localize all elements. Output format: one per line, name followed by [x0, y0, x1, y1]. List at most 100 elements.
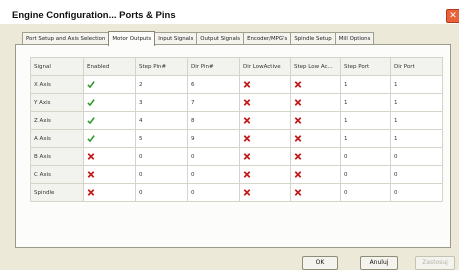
dir-port-cell[interactable]: 1 [390, 93, 443, 112]
signal-cell[interactable]: C Axis [30, 165, 84, 184]
column-header-dir-port: Dir Port [390, 57, 443, 76]
ok-button[interactable]: OK [302, 256, 338, 270]
dir-pin-cell[interactable]: 6 [187, 75, 240, 94]
enabled-cell[interactable] [83, 183, 136, 202]
dir-low-active-cell[interactable] [239, 111, 291, 130]
column-header-enabled: Enabled [83, 57, 136, 76]
table-row[interactable]: Spindle 0 0 0 0 [30, 183, 443, 202]
step-low-active-cell[interactable] [290, 129, 341, 148]
step-port-cell[interactable]: 0 [340, 183, 391, 202]
enabled-cell[interactable] [83, 75, 136, 94]
dir-low-active-cell[interactable] [239, 75, 291, 94]
dir-port-cell[interactable]: 0 [390, 183, 443, 202]
enabled-cell[interactable] [83, 93, 136, 112]
step-pin-cell[interactable]: 4 [135, 111, 188, 130]
x-icon [243, 153, 251, 160]
check-icon [87, 81, 95, 88]
dir-low-active-cell[interactable] [239, 147, 291, 166]
window-title: Engine Configuration... Ports & Pins [12, 10, 176, 21]
column-header-step-pin: Step Pin# [135, 57, 188, 76]
dir-low-active-cell[interactable] [239, 183, 291, 202]
x-icon [294, 81, 302, 88]
enabled-cell[interactable] [83, 165, 136, 184]
dir-port-cell[interactable]: 0 [390, 165, 443, 184]
column-header-step-port: Step Port [340, 57, 391, 76]
step-port-cell[interactable]: 0 [340, 147, 391, 166]
step-port-cell[interactable]: 1 [340, 93, 391, 112]
step-low-active-cell[interactable] [290, 147, 341, 166]
motor-outputs-grid: Signal Enabled Step Pin# Dir Pin# Dir Lo… [30, 57, 443, 202]
x-icon [87, 189, 95, 196]
x-icon [243, 99, 251, 106]
check-icon [87, 117, 95, 124]
step-pin-cell[interactable]: 2 [135, 75, 188, 94]
dir-port-cell[interactable]: 1 [390, 129, 443, 148]
signal-cell[interactable]: Z Axis [30, 111, 84, 130]
dir-pin-cell[interactable]: 0 [187, 147, 240, 166]
x-icon [243, 117, 251, 124]
x-icon [243, 81, 251, 88]
dir-pin-cell[interactable]: 7 [187, 93, 240, 112]
dir-port-cell[interactable]: 1 [390, 111, 443, 130]
step-port-cell[interactable]: 0 [340, 165, 391, 184]
x-icon [294, 189, 302, 196]
table-row[interactable]: A Axis 5 9 1 1 [30, 129, 443, 148]
signal-cell[interactable]: X Axis [30, 75, 84, 94]
step-pin-cell[interactable]: 3 [135, 93, 188, 112]
dir-low-active-cell[interactable] [239, 129, 291, 148]
dir-pin-cell[interactable]: 9 [187, 129, 240, 148]
table-row[interactable]: X Axis 2 6 1 1 [30, 75, 443, 94]
signal-cell[interactable]: B Axis [30, 147, 84, 166]
x-icon [243, 171, 251, 178]
step-pin-cell[interactable]: 0 [135, 147, 188, 166]
signal-cell[interactable]: Y Axis [30, 93, 84, 112]
check-icon [87, 135, 95, 142]
x-icon [294, 153, 302, 160]
enabled-cell[interactable] [83, 111, 136, 130]
x-icon [294, 171, 302, 178]
enabled-cell[interactable] [83, 147, 136, 166]
column-header-signal: Signal [30, 57, 84, 76]
x-icon [243, 189, 251, 196]
table-row[interactable]: B Axis 0 0 0 0 [30, 147, 443, 166]
step-port-cell[interactable]: 1 [340, 75, 391, 94]
dir-low-active-cell[interactable] [239, 93, 291, 112]
grid-header-row: Signal Enabled Step Pin# Dir Pin# Dir Lo… [30, 57, 443, 76]
signal-cell[interactable]: A Axis [30, 129, 84, 148]
step-low-active-cell[interactable] [290, 111, 341, 130]
tab-strip: Port Setup and Axis Selection Motor Outp… [22, 31, 375, 46]
x-icon [243, 135, 251, 142]
dir-port-cell[interactable]: 1 [390, 75, 443, 94]
dir-port-cell[interactable]: 0 [390, 147, 443, 166]
x-icon [87, 153, 95, 160]
step-low-active-cell[interactable] [290, 183, 341, 202]
dialog-window: Engine Configuration... Ports & Pins ✕ P… [0, 0, 459, 270]
step-low-active-cell[interactable] [290, 93, 341, 112]
table-row[interactable]: C Axis 0 0 0 0 [30, 165, 443, 184]
step-pin-cell[interactable]: 0 [135, 183, 188, 202]
dir-low-active-cell[interactable] [239, 165, 291, 184]
table-row[interactable]: Z Axis 4 8 1 1 [30, 111, 443, 130]
step-low-active-cell[interactable] [290, 75, 341, 94]
check-icon [87, 99, 95, 106]
dir-pin-cell[interactable]: 0 [187, 183, 240, 202]
signal-cell[interactable]: Spindle [30, 183, 84, 202]
step-low-active-cell[interactable] [290, 165, 341, 184]
x-icon [87, 171, 95, 178]
cancel-button[interactable]: Anuluj [360, 256, 398, 270]
apply-button[interactable]: Zastosuj [415, 256, 455, 270]
step-port-cell[interactable]: 1 [340, 111, 391, 130]
close-icon: ✕ [449, 11, 457, 21]
dir-pin-cell[interactable]: 0 [187, 165, 240, 184]
dir-pin-cell[interactable]: 8 [187, 111, 240, 130]
table-row[interactable]: Y Axis 3 7 1 1 [30, 93, 443, 112]
column-header-dir-pin: Dir Pin# [187, 57, 240, 76]
step-port-cell[interactable]: 1 [340, 129, 391, 148]
x-icon [294, 135, 302, 142]
column-header-dir-low-active: Dir LowActive [239, 57, 291, 76]
close-button[interactable]: ✕ [446, 9, 459, 23]
tab-motor-outputs[interactable]: Motor Outputs [108, 31, 156, 46]
enabled-cell[interactable] [83, 129, 136, 148]
step-pin-cell[interactable]: 5 [135, 129, 188, 148]
step-pin-cell[interactable]: 0 [135, 165, 188, 184]
